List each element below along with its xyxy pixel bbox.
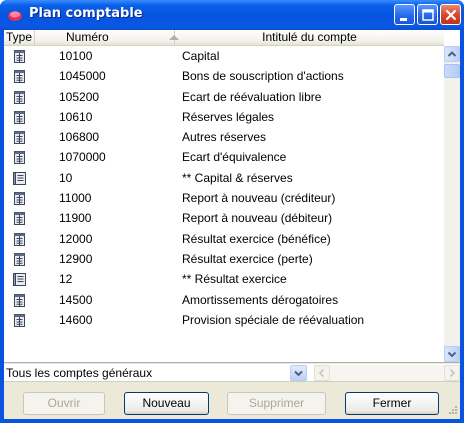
account-label: Report à nouveau (créditeur) — [182, 191, 336, 206]
account-label: Résultat exercice (perte) — [182, 251, 313, 266]
account-number: 14500 — [59, 292, 93, 307]
close-button[interactable] — [440, 4, 461, 25]
account-icon — [14, 110, 25, 124]
table-row[interactable]: 12900 Résultat exercice (perte) — [4, 249, 444, 269]
account-label: Provision spéciale de réévaluation — [182, 312, 365, 327]
scroll-down-button[interactable] — [444, 346, 460, 362]
account-number: 10610 — [59, 109, 93, 124]
plan-comptable-window: Plan comptable Type Numéro Intitulé du c… — [0, 0, 464, 423]
account-number: 11900 — [59, 211, 92, 226]
account-icon — [14, 313, 25, 327]
scroll-left-button[interactable] — [314, 365, 330, 381]
scroll-up-button[interactable] — [444, 46, 460, 62]
table-row[interactable]: 10100 Capital — [4, 46, 444, 66]
column-header-intitule[interactable]: Intitulé du compte — [175, 30, 444, 46]
column-header-type[interactable]: Type — [4, 30, 35, 46]
account-icon — [14, 70, 25, 84]
vertical-scrollbar[interactable] — [444, 46, 460, 362]
column-header-numero-label: Numéro — [66, 30, 109, 44]
table-row[interactable]: 1070000 Ecart d'équivalence — [4, 147, 444, 167]
account-filter-select[interactable]: Tous les comptes généraux — [6, 366, 152, 380]
delete-button[interactable]: Supprimer — [227, 392, 326, 415]
new-button[interactable]: Nouveau — [124, 392, 209, 415]
chevron-right-icon — [449, 368, 456, 378]
account-icon — [14, 131, 25, 145]
horizontal-scrollbar[interactable] — [314, 365, 460, 381]
account-label: Capital — [182, 49, 220, 63]
account-number: 1045000 — [59, 69, 106, 84]
chevron-down-icon — [294, 370, 303, 377]
account-icon — [14, 252, 25, 266]
account-number: 11000 — [59, 191, 92, 206]
open-button[interactable]: Ouvrir — [23, 392, 105, 415]
account-icon — [14, 212, 25, 226]
chevron-down-icon — [447, 351, 457, 358]
table-row[interactable]: 12000 Résultat exercice (bénéfice) — [4, 229, 444, 249]
account-number: 12 — [59, 272, 73, 287]
scroll-right-button[interactable] — [444, 365, 460, 381]
table-row[interactable]: 11900 Report à nouveau (débiteur) — [4, 208, 444, 228]
account-icon — [14, 90, 25, 104]
account-label: Réserves légales — [182, 109, 275, 124]
total-account-icon — [13, 171, 26, 185]
account-number: 14600 — [59, 312, 93, 327]
account-icon — [14, 50, 25, 63]
column-header-numero[interactable]: Numéro — [35, 30, 179, 46]
window-client-area: Type Numéro Intitulé du compte 10100 Capi… — [4, 30, 460, 419]
account-label: ** Résultat exercice — [182, 272, 287, 287]
table-row[interactable]: 14600 Provision spéciale de réévaluation — [4, 310, 444, 330]
account-number: 10 — [59, 170, 73, 185]
filter-bar: Tous les comptes généraux — [4, 364, 460, 382]
account-label: Résultat exercice (bénéfice) — [182, 231, 331, 246]
maximize-icon — [422, 9, 434, 21]
account-number: 1070000 — [59, 150, 106, 165]
account-number: 10100 — [59, 49, 93, 63]
account-label: Ecart d'équivalence — [182, 150, 287, 165]
account-icon — [14, 232, 25, 246]
accounts-table: Type Numéro Intitulé du compte 10100 Capi… — [4, 30, 460, 363]
account-number: 105200 — [59, 89, 100, 104]
account-number: 12900 — [59, 251, 93, 266]
account-filter-dropdown-button[interactable] — [290, 365, 307, 381]
table-body: 10100 Capital 1045000 Bons de souscription … — [4, 46, 444, 362]
account-icon — [14, 293, 25, 307]
chevron-left-icon — [318, 368, 325, 378]
minimize-button[interactable] — [394, 4, 415, 25]
table-row[interactable]: 106800 Autres réserves — [4, 127, 444, 147]
title-bar[interactable]: Plan comptable — [0, 0, 464, 30]
window-title: Plan comptable — [29, 6, 143, 21]
close-icon — [445, 9, 457, 21]
table-row[interactable]: 12 ** Résultat exercice — [4, 269, 444, 289]
app-icon — [8, 11, 22, 21]
account-number: 12000 — [59, 231, 93, 246]
scroll-thumb[interactable] — [444, 64, 460, 78]
resize-grip-icon[interactable] — [446, 405, 458, 417]
account-icon — [14, 151, 25, 165]
table-row[interactable]: 105200 Ecart de réévaluation libre — [4, 87, 444, 107]
chevron-up-icon — [447, 51, 457, 57]
account-label: Report à nouveau (débiteur) — [182, 211, 333, 226]
account-label: ** Capital & réserves — [182, 170, 293, 185]
account-icon — [14, 192, 25, 206]
account-label: Amortissements dérogatoires — [182, 292, 339, 307]
table-row[interactable]: 11000 Report à nouveau (créditeur) — [4, 188, 444, 208]
close-window-button[interactable]: Fermer — [345, 392, 439, 415]
minimize-icon — [400, 18, 407, 21]
account-number: 106800 — [59, 130, 100, 145]
account-label: Ecart de réévaluation libre — [182, 89, 322, 104]
table-row[interactable]: 14500 Amortissements dérogatoires — [4, 290, 444, 310]
total-account-icon — [13, 273, 26, 287]
table-row[interactable]: 10 ** Capital & réserves — [4, 168, 444, 188]
table-row[interactable]: 1045000 Bons de souscription d'actions — [4, 66, 444, 86]
account-label: Autres réserves — [182, 130, 267, 145]
account-label: Bons de souscription d'actions — [182, 69, 344, 84]
table-row[interactable]: 10610 Réserves légales — [4, 107, 444, 127]
maximize-button[interactable] — [417, 4, 438, 25]
table-header: Type Numéro Intitulé du compte — [4, 30, 444, 46]
